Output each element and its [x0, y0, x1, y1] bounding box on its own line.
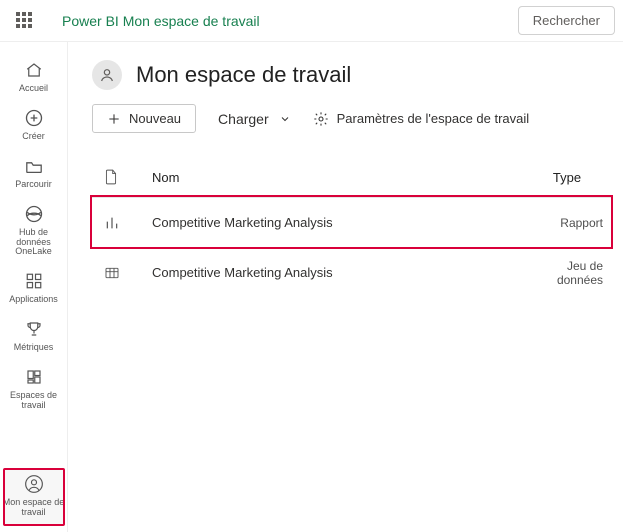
- sidebar-item-my-workspace[interactable]: Mon espace de travail: [3, 468, 65, 526]
- table-header: Nom Type: [92, 163, 611, 197]
- sidebar-item-home[interactable]: Accueil: [3, 54, 65, 102]
- sidebar-item-label: Mon espace de travail: [3, 498, 65, 518]
- dataset-icon: [104, 266, 144, 280]
- person-circle-icon: [24, 474, 44, 494]
- column-name[interactable]: Nom: [144, 170, 531, 185]
- data-hub-icon: [24, 204, 44, 224]
- new-button[interactable]: Nouveau: [92, 104, 196, 133]
- apps-icon: [24, 271, 44, 291]
- search-button[interactable]: Rechercher: [518, 6, 615, 35]
- main-content: Mon espace de travail Nouveau Charger Pa…: [68, 42, 623, 297]
- new-button-label: Nouveau: [129, 111, 181, 126]
- brand-title[interactable]: Power BI Mon espace de travail: [62, 13, 260, 29]
- workspace-header: Mon espace de travail: [92, 60, 611, 90]
- row-type: Rapport: [531, 216, 611, 230]
- plus-icon: [107, 112, 121, 126]
- gear-icon: [313, 111, 329, 127]
- folder-icon: [24, 156, 44, 176]
- upload-label: Charger: [218, 111, 269, 127]
- sidebar-item-create[interactable]: Créer: [3, 102, 65, 150]
- column-type[interactable]: Type: [531, 170, 611, 185]
- sidebar-item-label: Accueil: [19, 84, 48, 94]
- sidebar-item-browse[interactable]: Parcourir: [3, 150, 65, 198]
- sidebar-item-label: Parcourir: [15, 180, 52, 190]
- chevron-down-icon: [279, 113, 291, 125]
- table-row[interactable]: Competitive Marketing Analysis Jeu de do…: [92, 247, 611, 297]
- workspace-settings[interactable]: Paramètres de l'espace de travail: [313, 111, 530, 127]
- sidebar: Accueil Créer Parcourir Hub de données O…: [0, 42, 68, 532]
- workspace-settings-label: Paramètres de l'espace de travail: [337, 111, 530, 126]
- top-bar: Power BI Mon espace de travail Recherche…: [0, 0, 623, 42]
- sidebar-item-workspaces[interactable]: Espaces de travail: [3, 361, 65, 419]
- plus-circle-icon: [24, 108, 44, 128]
- sidebar-item-onelake[interactable]: Hub de données OneLake: [3, 198, 65, 266]
- sidebar-item-label: Espaces de travail: [3, 391, 65, 411]
- toolbar: Nouveau Charger Paramètres de l'espace d…: [92, 104, 611, 133]
- workspace-title: Mon espace de travail: [136, 62, 351, 88]
- workspaces-icon: [24, 367, 44, 387]
- table-row[interactable]: Competitive Marketing Analysis Rapport: [92, 197, 611, 247]
- file-icon: [104, 169, 144, 185]
- sidebar-item-label: Hub de données OneLake: [3, 228, 65, 258]
- home-icon: [24, 60, 44, 80]
- row-name: Competitive Marketing Analysis: [144, 215, 531, 230]
- sidebar-item-apps[interactable]: Applications: [3, 265, 65, 313]
- person-icon: [92, 60, 122, 90]
- report-icon: [104, 215, 144, 231]
- sidebar-item-label: Créer: [22, 132, 45, 142]
- row-type: Jeu de données: [531, 259, 611, 287]
- sidebar-item-label: Applications: [9, 295, 58, 305]
- upload-menu[interactable]: Charger: [218, 111, 291, 127]
- sidebar-item-metrics[interactable]: Métriques: [3, 313, 65, 361]
- row-name: Competitive Marketing Analysis: [144, 265, 531, 280]
- sidebar-item-label: Métriques: [14, 343, 54, 353]
- trophy-icon: [24, 319, 44, 339]
- waffle-icon[interactable]: [16, 12, 34, 30]
